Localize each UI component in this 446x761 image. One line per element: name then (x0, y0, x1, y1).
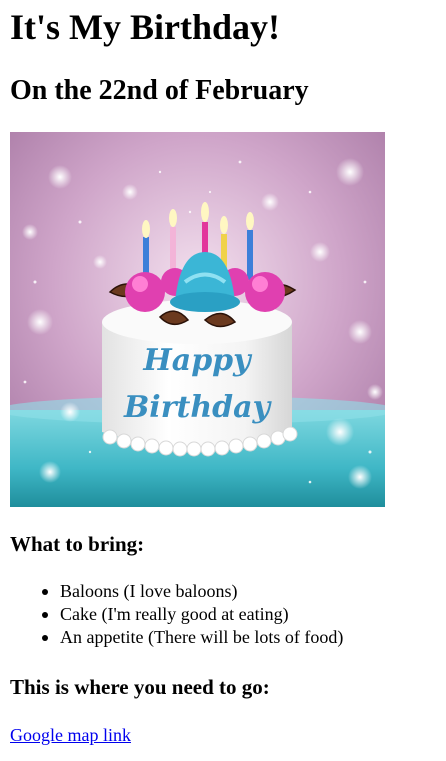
bullet-icon (42, 612, 48, 618)
bullet-icon (42, 589, 48, 595)
list-item: An appetite (There will be lots of food) (42, 626, 344, 649)
page-subtitle: On the 22nd of February (10, 75, 309, 106)
list-item: Cake (I'm really good at eating) (42, 603, 343, 626)
list-item: Baloons (I love baloons) (42, 580, 343, 603)
list-item-text: An appetite (There will be lots of food) (60, 627, 344, 647)
bring-list: Baloons (I love baloons) Cake (I'm reall… (10, 580, 343, 649)
bullet-icon (42, 635, 48, 641)
what-to-bring-heading: What to bring: (10, 532, 145, 556)
cake-text-happy: Happy (142, 343, 253, 378)
directions-heading: This is where you need to go: (10, 675, 270, 699)
list-item-text: Baloons (I love baloons) (60, 581, 238, 601)
list-item-text: Cake (I'm really good at eating) (60, 604, 289, 624)
google-map-link[interactable]: Google map link (10, 723, 131, 747)
cake-text-birthday: Birthday (123, 390, 273, 425)
birthday-cake-image: Happy Birthday (10, 132, 385, 507)
page-title: It's My Birthday! (10, 7, 280, 47)
